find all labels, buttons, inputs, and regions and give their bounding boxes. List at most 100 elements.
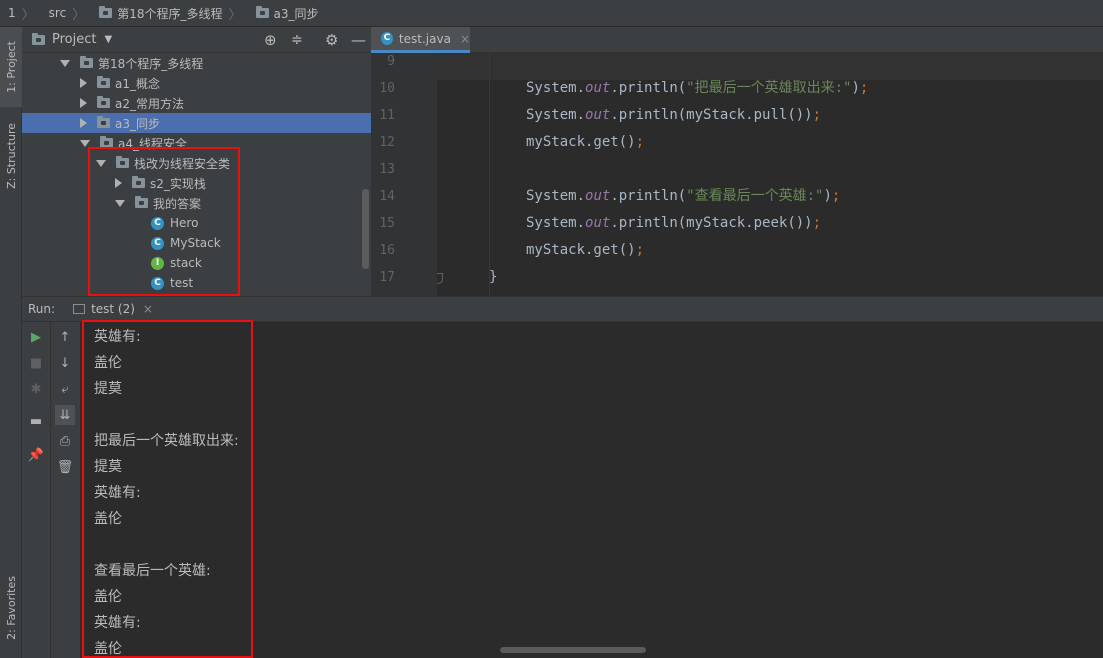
folder-icon <box>97 76 110 88</box>
chevron-right-icon: 〉 <box>228 7 242 23</box>
folder-icon <box>97 96 110 108</box>
code-line: System.out.println("把最后一个英雄取出来:"); <box>526 75 868 102</box>
tab-favorites[interactable]: 2: Favorites <box>0 563 22 653</box>
breadcrumb-item-package[interactable]: 第18个程序_多线程〉 <box>91 0 247 27</box>
arrow-up-icon[interactable]: ↑ <box>55 327 75 347</box>
code-line: myStack.get(); <box>526 129 644 156</box>
chevron-right-icon: 〉 <box>72 7 86 23</box>
code-token: out <box>585 107 611 123</box>
arrow-down-icon[interactable]: ↓ <box>55 353 75 373</box>
code-token: ; <box>831 188 841 204</box>
code-editor[interactable]: System.out.println("把最后一个英雄取出来:"); System… <box>437 53 1103 296</box>
tab-structure[interactable]: Z: Structure <box>0 113 22 199</box>
highlight-box-tree <box>88 147 240 296</box>
code-token: System. <box>526 188 586 204</box>
line-number-gutter: 9 10 11 12 13 14 15 16 17 <box>371 53 437 296</box>
minimize-icon[interactable]: — <box>351 31 366 49</box>
tree-item[interactable]: a1_概念 <box>22 73 371 93</box>
fold-marker-icon[interactable] <box>437 273 443 284</box>
folder-icon <box>80 56 93 68</box>
line-number: 15 <box>379 216 395 231</box>
folder-icon <box>99 6 113 18</box>
folder-icon <box>255 6 269 18</box>
rerun-icon[interactable]: ▶ <box>26 327 46 347</box>
line-number: 11 <box>379 108 395 123</box>
run-toolbar-secondary: ↑ ↓ ⤶ ⇊ ⎙ 🗑 <box>50 322 80 658</box>
pin-icon[interactable]: 📌 <box>26 445 46 465</box>
left-tool-strip: 1: Project Z: Structure 2: Favorites <box>0 27 22 658</box>
tree-item[interactable]: 第18个程序_多线程 <box>22 53 371 73</box>
chevron-down-icon[interactable]: ▼ <box>104 34 112 45</box>
code-token: ) <box>823 188 832 204</box>
line-number: 12 <box>379 135 395 150</box>
highlight-box-console <box>82 320 253 658</box>
code-token: .println( <box>610 188 687 204</box>
tree-item-selected[interactable]: a3_同步 <box>22 113 371 133</box>
folder-icon <box>97 116 110 128</box>
code-token: out <box>585 215 611 231</box>
run-tab-label[interactable]: test (2) <box>91 302 135 316</box>
breadcrumb-item-src[interactable]: src 〉 <box>41 0 92 27</box>
code-token: } <box>489 269 498 285</box>
console-horizontal-scrollbar[interactable] <box>500 647 646 653</box>
breadcrumb: 1 〉 src 〉 第18个程序_多线程〉 a3_同步 <box>0 0 1103 27</box>
code-line: myStack.get(); <box>526 237 644 264</box>
gear-icon[interactable]: ⚙ <box>325 31 338 49</box>
code-token: ; <box>635 242 645 258</box>
code-line: } <box>489 264 497 291</box>
code-token: ; <box>812 215 822 231</box>
code-token: out <box>585 80 611 96</box>
debug-icon[interactable]: ✱ <box>26 379 46 399</box>
code-token: myStack.get() <box>526 134 636 150</box>
class-icon: C <box>381 32 393 45</box>
line-number: 13 <box>379 162 395 177</box>
breadcrumb-item-project-number[interactable]: 1 〉 <box>0 0 41 27</box>
collapse-arrow-icon[interactable] <box>80 118 87 128</box>
breadcrumb-item-a3[interactable]: a3_同步 <box>248 0 325 27</box>
run-panel-header: Run: test (2) × <box>22 296 1103 322</box>
code-token: "查看最后一个英雄:" <box>686 188 824 204</box>
code-token: ; <box>859 80 869 96</box>
code-token: ; <box>635 134 645 150</box>
code-token: .println( <box>610 80 687 96</box>
line-number: 9 <box>387 54 395 69</box>
code-token: System. <box>526 107 586 123</box>
expand-arrow-icon[interactable] <box>60 59 70 67</box>
close-icon[interactable]: × <box>460 32 470 46</box>
collapse-all-icon[interactable]: ≑ <box>291 32 303 48</box>
chevron-right-icon: 〉 <box>21 7 35 23</box>
code-token: .println(myStack.peek()) <box>610 215 813 231</box>
close-icon[interactable]: × <box>143 302 153 316</box>
code-token: out <box>585 188 611 204</box>
code-token: .println(myStack.pull()) <box>610 107 813 123</box>
expand-arrow-icon[interactable] <box>80 139 90 147</box>
layout-icon[interactable]: ▬ <box>26 411 46 431</box>
code-token: ) <box>851 80 860 96</box>
code-token: myStack.get() <box>526 242 636 258</box>
tab-project[interactable]: 1: Project <box>0 27 22 107</box>
line-number: 14 <box>379 189 395 204</box>
code-token: ; <box>812 107 822 123</box>
print-icon[interactable]: ⎙ <box>55 431 75 451</box>
tree-item[interactable]: a2_常用方法 <box>22 93 371 113</box>
locate-target-icon[interactable]: ⊕ <box>264 31 277 49</box>
collapse-arrow-icon[interactable] <box>80 98 87 108</box>
code-token: "把最后一个英雄取出来:" <box>686 80 852 96</box>
collapse-arrow-icon[interactable] <box>80 78 87 88</box>
run-label: Run: <box>28 302 56 316</box>
line-number: 10 <box>379 81 395 96</box>
scroll-to-end-icon[interactable]: ⇊ <box>55 405 75 425</box>
console-icon <box>73 304 86 314</box>
run-toolbar-primary: ▶ ■ ✱ ▬ 📌 <box>22 322 50 658</box>
project-icon <box>32 32 45 45</box>
code-line: System.out.println(myStack.peek()); <box>526 210 821 237</box>
trash-icon[interactable]: 🗑 <box>55 457 75 477</box>
soft-wrap-icon[interactable]: ⤶ <box>55 379 75 399</box>
code-token: System. <box>526 80 586 96</box>
tree-scrollbar[interactable] <box>362 189 369 269</box>
code-line: System.out.println("查看最后一个英雄:"); <box>526 183 840 210</box>
stop-icon[interactable]: ■ <box>26 353 46 373</box>
project-panel-title[interactable]: Project <box>52 32 96 47</box>
line-number: 16 <box>379 243 395 258</box>
line-number: 17 <box>379 270 395 285</box>
